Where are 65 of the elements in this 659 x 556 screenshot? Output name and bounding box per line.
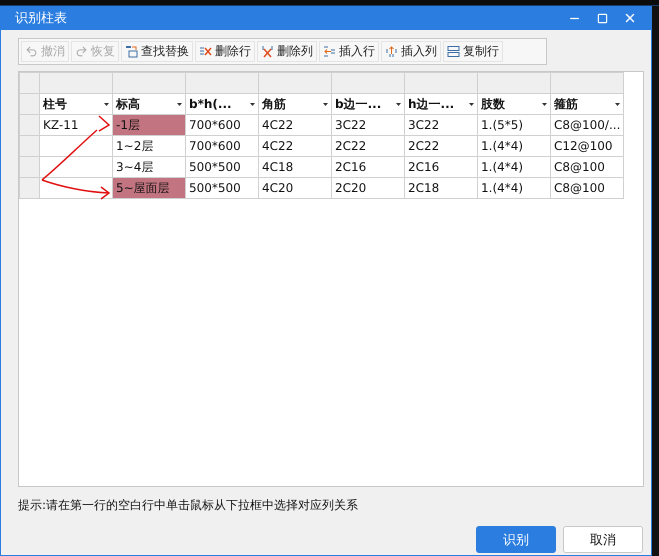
maximize-icon (596, 12, 608, 24)
close-icon (623, 11, 637, 25)
table-cell: C8@100 (550, 178, 624, 198)
dropdown-caret-icon (177, 102, 182, 106)
table-cell: 500*500 (186, 178, 258, 198)
table-cell: 700*600 (186, 114, 258, 136)
table-cell: 3C22 (332, 114, 404, 136)
table-cell: 2C22 (404, 136, 478, 156)
table-cell: 4C20 (258, 178, 332, 198)
window-title: 识别柱表 (15, 10, 68, 27)
table-cell: 3~4层 (112, 156, 186, 178)
table-cell: C12@100 (550, 136, 624, 156)
table-cell: 500*500 (186, 156, 258, 178)
dropdown-caret-icon (396, 102, 401, 106)
column-header[interactable]: 柱号 (40, 94, 112, 114)
table-cell: 4C22 (258, 114, 332, 136)
toolbar-button[interactable]: 插入行 (319, 41, 379, 62)
table-cell: 4C18 (258, 156, 332, 178)
table-cell: 2C16 (332, 156, 404, 178)
delete-row-icon (199, 45, 212, 58)
table-cell: 2C20 (332, 178, 404, 198)
table-cell: 1.(5*5) (478, 114, 550, 136)
table-cell: 1.(4*4) (478, 156, 550, 178)
column-header[interactable]: 角筋 (258, 94, 332, 114)
toolbar-button[interactable]: 删除行 (195, 41, 255, 62)
table-cell: KZ-11 (40, 114, 112, 136)
dropdown-caret-icon (250, 102, 255, 106)
dialog-button[interactable]: 取消 (563, 526, 643, 553)
column-header[interactable]: b边一... (332, 94, 404, 114)
table-cell: 4C22 (258, 136, 332, 156)
toolbar-button[interactable]: 删除列 (257, 41, 317, 62)
dropdown-caret-icon (469, 102, 474, 106)
dropdown-caret-icon (323, 102, 328, 106)
hint-text: 提示:请在第一行的空白行中单击鼠标从下拉框中选择对应列关系 (18, 497, 360, 514)
toolbar-button[interactable]: 插入列 (381, 41, 441, 62)
table-cell: -1层 (112, 114, 186, 136)
table-cell: C8@100 (550, 156, 624, 178)
table-cell: 1~2层 (112, 136, 186, 156)
column-header[interactable]: 箍筋 (550, 94, 624, 114)
redo-icon (75, 45, 88, 58)
copy-row-icon (447, 45, 460, 58)
column-header[interactable]: h边一... (404, 94, 478, 114)
table-cell: 1.(4*4) (478, 178, 550, 198)
toolbar-button[interactable]: 复制行 (443, 41, 503, 62)
undo-icon (25, 45, 38, 58)
table-cell: 5~屋面层 (112, 178, 186, 198)
dropdown-caret-icon (542, 102, 547, 106)
table-cell: 2C22 (332, 136, 404, 156)
table-cell: 2C16 (404, 156, 478, 178)
table-cell: 3C22 (404, 114, 478, 136)
dropdown-caret-icon (104, 102, 109, 106)
table-cell: 1.(4*4) (478, 136, 550, 156)
table-cell: C8@100/... (550, 114, 624, 136)
insert-column-icon (385, 45, 398, 58)
dropdown-caret-icon (615, 102, 620, 106)
table-cell: 2C18 (404, 178, 478, 198)
delete-column-icon (261, 45, 274, 58)
dialog-button[interactable]: 识别 (476, 526, 556, 553)
column-header[interactable]: b*h(... (186, 94, 258, 114)
table-cell: 700*600 (186, 136, 258, 156)
toolbar-button[interactable]: 查找替换 (121, 41, 193, 62)
find-replace-icon (125, 45, 138, 58)
column-header[interactable]: 肢数 (478, 94, 550, 114)
insert-row-icon (323, 45, 336, 58)
column-header[interactable]: 标高 (112, 94, 186, 114)
